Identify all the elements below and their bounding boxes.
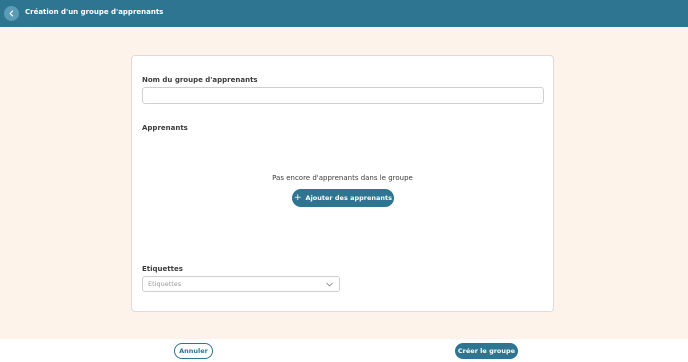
add-learners-label: Ajouter des apprenants xyxy=(305,194,392,202)
page-title: Création d'un groupe d'apprenants xyxy=(25,8,164,16)
back-button[interactable] xyxy=(4,6,19,21)
group-form-card: Nom du groupe d'apprenants Apprenants Pa… xyxy=(131,55,554,312)
add-learners-button[interactable]: + Ajouter des apprenants xyxy=(292,189,394,207)
plus-icon: + xyxy=(294,192,302,203)
cancel-button[interactable]: Annuler xyxy=(174,343,213,359)
group-name-input[interactable] xyxy=(142,87,544,104)
footer-bar xyxy=(0,339,688,362)
group-name-label: Nom du groupe d'apprenants xyxy=(142,76,258,84)
chevron-down-icon xyxy=(326,282,333,287)
tags-label: Etiquettes xyxy=(142,265,183,273)
learners-empty-text: Pas encore d'apprenants dans le groupe xyxy=(272,174,413,182)
tags-select[interactable]: Etiquettes xyxy=(142,276,340,292)
tags-placeholder: Etiquettes xyxy=(148,280,182,288)
learners-label: Apprenants xyxy=(142,124,188,132)
create-group-button[interactable]: Créer le groupe xyxy=(455,343,518,359)
top-bar: Création d'un groupe d'apprenants xyxy=(0,0,688,27)
chevron-left-icon xyxy=(9,10,14,17)
